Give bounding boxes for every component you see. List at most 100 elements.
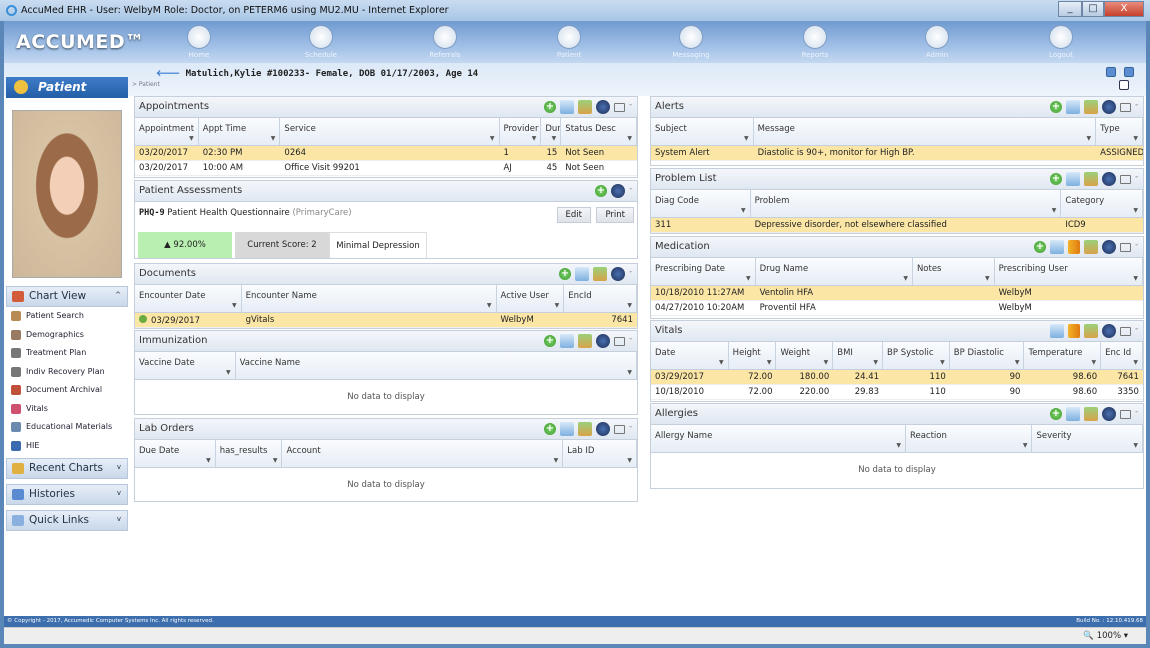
column-header[interactable]: Appt Time ▼ <box>199 118 281 145</box>
filter-icon[interactable] <box>611 184 625 198</box>
column-header[interactable]: Notes ▼ <box>913 258 995 285</box>
column-header[interactable]: BMI ▼ <box>833 342 884 369</box>
add-icon[interactable]: + <box>544 335 556 347</box>
export-icon[interactable] <box>575 267 589 281</box>
sidebar-item-educational-materials[interactable]: Educational Materials <box>6 418 128 437</box>
sort-arrow-icon[interactable]: ▼ <box>532 135 537 142</box>
column-header[interactable]: Type ▼ <box>1096 118 1143 145</box>
sort-arrow-icon[interactable]: ▼ <box>985 275 990 282</box>
quick-links-section[interactable]: Quick Links v <box>6 510 128 531</box>
sort-arrow-icon[interactable]: ▼ <box>1052 207 1057 214</box>
nav-reports[interactable]: Reports <box>780 25 850 59</box>
export-icon[interactable] <box>1050 324 1064 338</box>
edit-icon[interactable] <box>1084 407 1098 421</box>
export-icon[interactable] <box>1066 100 1080 114</box>
column-header[interactable]: Vaccine Date ▼ <box>135 352 236 379</box>
column-header[interactable]: Lab ID ▼ <box>563 440 637 467</box>
column-header[interactable]: Severity ▼ <box>1032 425 1143 452</box>
column-header[interactable]: Temperature ▼ <box>1024 342 1102 369</box>
filter-icon[interactable] <box>1102 100 1116 114</box>
sort-arrow-icon[interactable]: ▼ <box>1133 275 1138 282</box>
column-header[interactable]: Account ▼ <box>282 440 564 467</box>
filter-icon[interactable] <box>596 334 610 348</box>
edit-button[interactable]: Edit <box>556 207 591 223</box>
chart-view-section[interactable]: Chart View ^ <box>6 286 128 307</box>
sort-arrow-icon[interactable]: ▼ <box>824 359 829 366</box>
column-header[interactable]: Reaction ▼ <box>906 425 1033 452</box>
minimize-panel-icon[interactable]: - <box>629 184 635 198</box>
add-icon[interactable]: + <box>1050 101 1062 113</box>
filter-icon[interactable] <box>1102 407 1116 421</box>
histories-section[interactable]: Histories v <box>6 484 128 505</box>
edit-icon[interactable] <box>1084 172 1098 186</box>
column-header[interactable]: Service ▼ <box>280 118 500 145</box>
table-row[interactable]: 03/20/2017 02:30 PM 0264 1 15 Not Seen <box>135 146 637 161</box>
sort-arrow-icon[interactable]: ▼ <box>189 135 194 142</box>
save-icon[interactable] <box>1119 80 1129 90</box>
print-icon[interactable] <box>1120 174 1131 184</box>
recent-charts-section[interactable]: Recent Charts v <box>6 458 128 479</box>
add-icon[interactable]: + <box>595 185 607 197</box>
minimize-panel-icon[interactable]: - <box>629 267 635 281</box>
table-row[interactable]: 03/20/2017 10:00 AM Office Visit 99201 AJ 45… <box>135 161 637 176</box>
sort-arrow-icon[interactable]: ▼ <box>741 207 746 214</box>
column-header[interactable]: has_results ▼ <box>216 440 283 467</box>
print-icon[interactable] <box>1120 326 1131 336</box>
sort-arrow-icon[interactable]: ▼ <box>487 302 492 309</box>
sort-arrow-icon[interactable]: ▼ <box>273 457 278 464</box>
column-header[interactable]: Prescribing Date ▼ <box>651 258 756 285</box>
print-button[interactable]: Print <box>596 207 634 223</box>
nav-logout[interactable]: Logout <box>1026 25 1096 59</box>
table-row[interactable]: System Alert Diastolic is 90+, monitor fo… <box>651 146 1143 161</box>
column-header[interactable]: Appointment ▼ <box>135 118 199 145</box>
add-icon[interactable]: + <box>1050 408 1062 420</box>
sort-arrow-icon[interactable]: ▼ <box>746 275 751 282</box>
column-header[interactable]: Drug Name ▼ <box>756 258 913 285</box>
close-button[interactable]: X <box>1104 1 1144 17</box>
edit-icon[interactable] <box>1084 100 1098 114</box>
sort-arrow-icon[interactable]: ▼ <box>627 135 632 142</box>
column-header[interactable]: Provider ▼ <box>500 118 542 145</box>
patient-tab[interactable]: Patient <box>6 77 128 98</box>
sidebar-item-vitals[interactable]: Vitals <box>6 400 128 419</box>
minimize-panel-icon[interactable]: - <box>1135 172 1141 186</box>
minimize-panel-icon[interactable]: - <box>1135 240 1141 254</box>
filter-icon[interactable] <box>611 267 625 281</box>
sort-arrow-icon[interactable]: ▼ <box>940 359 945 366</box>
column-header[interactable]: Height ▼ <box>729 342 777 369</box>
table-row[interactable]: 10/18/2010 11:27AM Ventolin HFA WelbyM <box>651 286 1143 301</box>
export-icon[interactable] <box>560 100 574 114</box>
add-icon[interactable]: + <box>1050 173 1062 185</box>
export-icon[interactable] <box>1066 172 1080 186</box>
export-icon[interactable] <box>560 422 574 436</box>
table-row[interactable]: 03/29/2017 gVitals WelbyM 7641 <box>135 313 637 328</box>
chart-icon[interactable] <box>1068 240 1080 254</box>
column-header[interactable]: Message ▼ <box>754 118 1097 145</box>
sort-arrow-icon[interactable]: ▼ <box>226 369 231 376</box>
sort-arrow-icon[interactable]: ▼ <box>271 135 276 142</box>
sort-arrow-icon[interactable]: ▼ <box>1133 207 1138 214</box>
edit-icon[interactable] <box>1084 324 1098 338</box>
column-header[interactable]: Due Date ▼ <box>135 440 216 467</box>
sort-arrow-icon[interactable]: ▼ <box>767 359 772 366</box>
table-row[interactable]: 10/18/2010 72.00 220.00 29.83 110 90 98.60 3350 <box>651 385 1143 400</box>
sort-arrow-icon[interactable]: ▼ <box>896 442 901 449</box>
column-header[interactable]: Vaccine Name ▼ <box>236 352 637 379</box>
chart-icon[interactable] <box>1068 324 1080 338</box>
column-header[interactable]: Prescribing User ▼ <box>995 258 1143 285</box>
column-header[interactable]: Active User ▼ <box>497 285 565 312</box>
add-icon[interactable]: + <box>544 101 556 113</box>
sidebar-item-document-archival[interactable]: Document Archival <box>6 381 128 400</box>
sort-arrow-icon[interactable]: ▼ <box>744 135 749 142</box>
column-header[interactable]: Encounter Name ▼ <box>242 285 497 312</box>
sort-arrow-icon[interactable]: ▼ <box>903 275 908 282</box>
minimize-panel-icon[interactable]: - <box>629 422 635 436</box>
edit-icon[interactable] <box>593 267 607 281</box>
minimize-panel-icon[interactable]: - <box>629 334 635 348</box>
edit-icon[interactable] <box>578 422 592 436</box>
table-row[interactable]: 04/27/2010 10:20AM Proventil HFA WelbyM <box>651 301 1143 316</box>
filter-icon[interactable] <box>1102 240 1116 254</box>
minimize-panel-icon[interactable]: - <box>629 100 635 114</box>
nav-home[interactable]: Home <box>164 25 234 59</box>
sort-arrow-icon[interactable]: ▼ <box>627 457 632 464</box>
